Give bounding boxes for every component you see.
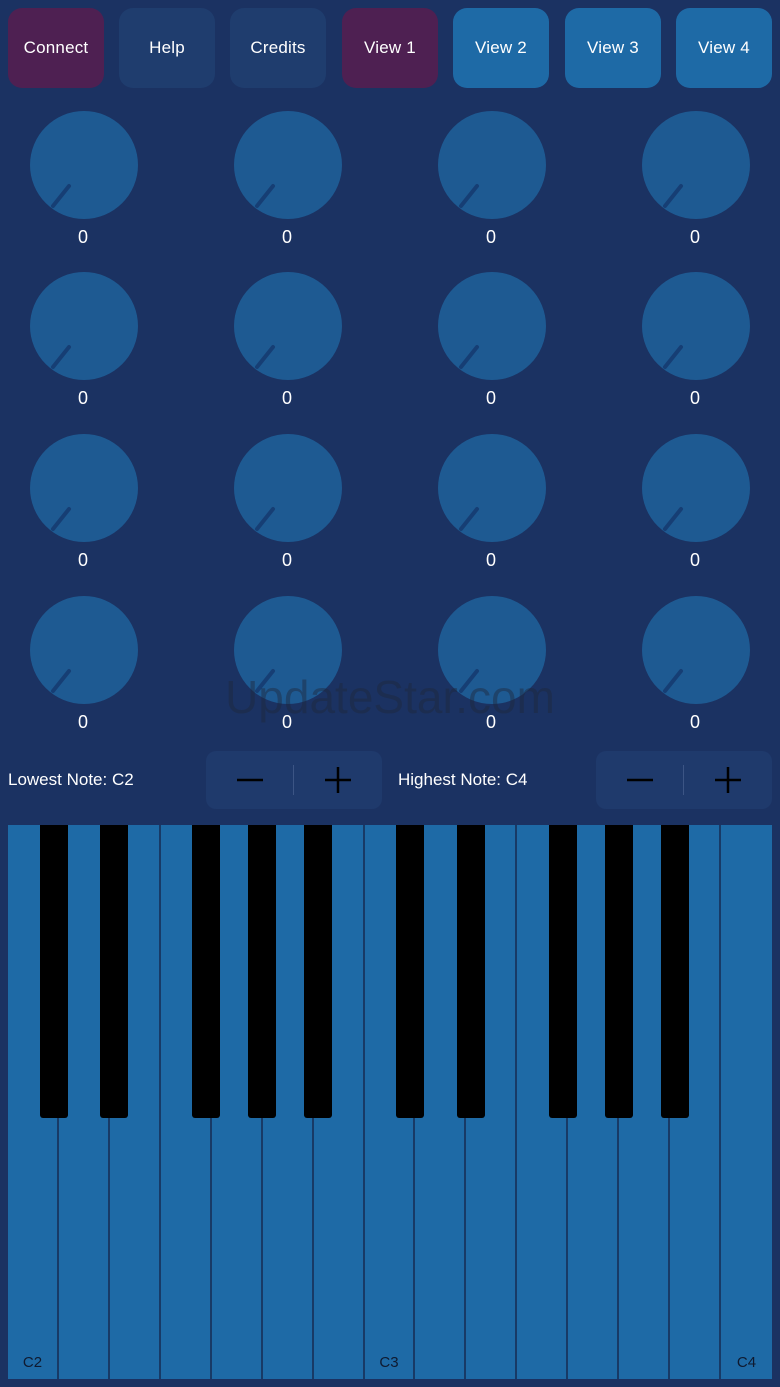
knob-control[interactable]: 0 [635,111,755,261]
knob-indicator-icon [51,345,71,369]
knob-value: 0 [485,550,496,570]
knob-value: 0 [281,227,292,247]
knob-control[interactable]: 0 [227,272,347,422]
knob-value: 0 [77,550,88,570]
knob-value: 0 [77,227,88,247]
knob-value: 0 [77,388,88,408]
knob-control[interactable]: 0 [227,596,347,746]
black-key[interactable] [549,825,577,1118]
black-key[interactable] [248,825,276,1118]
black-key[interactable] [304,825,332,1118]
help-button[interactable]: Help [119,8,215,88]
knob-indicator-icon [663,345,683,369]
knob-value: 0 [281,550,292,570]
highest-note-label: Highest Note: C4 [398,770,528,789]
knob-indicator-icon [459,345,479,369]
knob-value: 0 [281,712,292,732]
highest-note-increment-button[interactable] [684,751,772,809]
knob-dial[interactable] [642,111,750,219]
knob-value: 0 [485,227,496,247]
lowest-note-label: Lowest Note: C2 [8,770,134,789]
knob-value: 0 [77,712,88,732]
knob-control[interactable]: 0 [23,434,143,584]
knob-dial[interactable] [30,272,138,380]
knob-control[interactable]: 0 [23,272,143,422]
knob-indicator-icon [255,669,275,693]
knob-control[interactable]: 0 [635,434,755,584]
black-key[interactable] [396,825,424,1118]
knob-value: 0 [485,388,496,408]
knob-indicator-icon [255,345,275,369]
knob-dial[interactable] [234,272,342,380]
black-key[interactable] [40,825,68,1118]
knob-dial[interactable] [642,434,750,542]
black-key[interactable] [192,825,220,1118]
knob-indicator-icon [459,669,479,693]
plus-icon [325,767,351,793]
piano-keyboard: C2 C3 C4 [8,825,772,1379]
lowest-note-increment-button[interactable] [294,751,382,809]
knob-value: 0 [689,388,700,408]
knob-indicator-icon [663,184,683,208]
view-4-button[interactable]: View 4 [676,8,772,88]
black-key[interactable] [100,825,128,1118]
knob-dial[interactable] [30,596,138,704]
knob-value: 0 [281,388,292,408]
knob-control[interactable]: 0 [431,111,551,261]
knob-indicator-icon [663,507,683,531]
lowest-note-stepper [206,751,382,809]
knob-control[interactable]: 0 [23,596,143,746]
black-key[interactable] [605,825,633,1118]
knob-indicator-icon [51,669,71,693]
knob-dial[interactable] [438,272,546,380]
plus-icon [715,767,741,793]
minus-icon [237,778,263,782]
credits-button[interactable]: Credits [230,8,326,88]
minus-icon [627,778,653,782]
knob-dial[interactable] [234,596,342,704]
knob-control[interactable]: 0 [227,111,347,261]
knob-dial[interactable] [438,596,546,704]
knob-indicator-icon [255,184,275,208]
knob-dial[interactable] [438,434,546,542]
knob-value: 0 [689,550,700,570]
knob-dial[interactable] [642,596,750,704]
key-label: C2 [22,1354,43,1371]
knob-control[interactable]: 0 [23,111,143,261]
top-toolbar: Connect Help Credits View 1 View 2 View … [0,0,780,100]
knob-dial[interactable] [30,111,138,219]
view-3-button[interactable]: View 3 [565,8,661,88]
knob-control[interactable]: 0 [635,596,755,746]
knob-dial[interactable] [234,111,342,219]
knob-dial[interactable] [30,434,138,542]
knob-dial[interactable] [438,111,546,219]
view-2-button[interactable]: View 2 [453,8,549,88]
connect-button[interactable]: Connect [8,8,104,88]
white-key[interactable]: C4 [721,825,772,1379]
knob-indicator-icon [255,507,275,531]
knob-control[interactable]: 0 [431,434,551,584]
key-label: C3 [379,1354,399,1371]
lowest-note-decrement-button[interactable] [206,751,294,809]
knob-indicator-icon [663,669,683,693]
knob-value: 0 [689,712,700,732]
highest-note-stepper [596,751,772,809]
highest-note-decrement-button[interactable] [596,751,684,809]
knob-control[interactable]: 0 [635,272,755,422]
view-1-button[interactable]: View 1 [342,8,438,88]
key-label: C4 [736,1354,757,1371]
knob-indicator-icon [51,184,71,208]
knob-dial[interactable] [642,272,750,380]
knob-indicator-icon [459,184,479,208]
knob-control[interactable]: 0 [431,272,551,422]
knob-control[interactable]: 0 [431,596,551,746]
black-key[interactable] [457,825,485,1118]
black-key[interactable] [661,825,689,1118]
knob-value: 0 [485,712,496,732]
knob-dial[interactable] [234,434,342,542]
knob-value: 0 [689,227,700,247]
knob-control[interactable]: 0 [227,434,347,584]
knob-indicator-icon [51,507,71,531]
knob-indicator-icon [459,507,479,531]
